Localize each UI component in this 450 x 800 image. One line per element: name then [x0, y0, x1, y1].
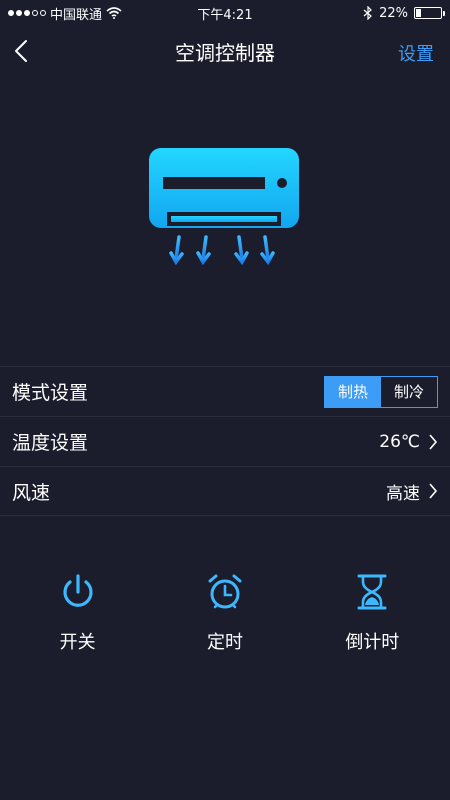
- mode-setting-label: 模式设置: [12, 382, 89, 404]
- hourglass-icon: [357, 574, 387, 610]
- countdown-button-label: 倒计时: [345, 632, 400, 653]
- mode-heat-button[interactable]: 制热: [325, 376, 381, 407]
- fan-speed-setting-row[interactable]: 风速 高速: [0, 466, 450, 516]
- temperature-setting-label: 温度设置: [12, 432, 89, 454]
- carrier-name: 中国联通: [50, 7, 103, 23]
- action-bar: 开关 定时 倒计时: [0, 572, 450, 662]
- signal-strength-icon: [8, 10, 46, 16]
- battery-icon: [414, 7, 445, 19]
- fan-speed-value-group: 高速: [386, 479, 438, 504]
- mode-setting-row: 模式设置 制热 制冷: [0, 366, 450, 416]
- timer-button-label: 定时: [206, 632, 243, 653]
- power-icon: [63, 574, 93, 607]
- nav-bar: 空调控制器 设置: [0, 26, 450, 76]
- settings-list: 模式设置 制热 制冷 温度设置 26℃ 风速 高速: [0, 366, 450, 516]
- power-button[interactable]: 开关: [4, 572, 151, 662]
- countdown-button[interactable]: 倒计时: [299, 572, 446, 662]
- status-right: 22%: [363, 5, 445, 21]
- mode-cool-button[interactable]: 制冷: [381, 377, 437, 407]
- temperature-setting-row[interactable]: 温度设置 26℃: [0, 416, 450, 466]
- status-bar: 中国联通 下午4:21 22%: [0, 0, 450, 26]
- wifi-icon: [106, 7, 122, 19]
- fan-speed-setting-label: 风速: [12, 481, 51, 504]
- temperature-value-group: 26℃: [379, 432, 438, 452]
- page-title: 空调控制器: [175, 40, 275, 65]
- timer-button[interactable]: 定时: [151, 572, 298, 662]
- mode-toggle: 制热 制冷: [324, 375, 438, 408]
- status-left: 中国联通: [8, 4, 122, 23]
- alarm-clock-icon: [208, 574, 242, 609]
- settings-button[interactable]: 设置: [398, 40, 434, 66]
- battery-percentage: 22%: [379, 5, 408, 21]
- fan-speed-value: 高速: [386, 483, 420, 504]
- temperature-value: 26℃: [379, 431, 420, 452]
- battery-fill: [416, 9, 422, 17]
- chevron-right-icon: [429, 483, 438, 499]
- air-conditioner-icon: [149, 148, 299, 266]
- back-arrow-icon[interactable]: [10, 38, 34, 64]
- power-button-label: 开关: [59, 632, 96, 653]
- bluetooth-icon: [363, 6, 372, 20]
- chevron-right-icon: [429, 433, 438, 450]
